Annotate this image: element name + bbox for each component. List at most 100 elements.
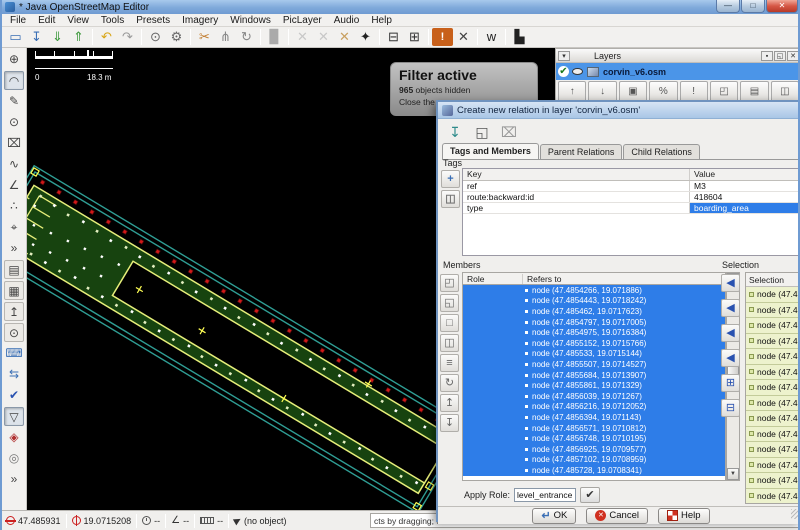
commandline-toggle-icon[interactable]: ⌨	[4, 344, 24, 363]
selection-row[interactable]: node (47.48	[746, 473, 800, 489]
member-row[interactable]: node (47.4856571, 19.0710812)	[463, 423, 725, 434]
stop-position-node[interactable]	[188, 269, 193, 274]
more-tools-icon[interactable]: »	[4, 239, 24, 258]
member-row[interactable]: node (47.4855152, 19.0715766)	[463, 338, 725, 349]
stop-position-node[interactable]	[270, 318, 275, 323]
tag-row[interactable]: route:backward:id418604	[463, 192, 800, 203]
minimize-button[interactable]: —	[716, 0, 740, 13]
tag-row[interactable]: typeboarding_area	[463, 203, 800, 214]
update-data-icon[interactable]: ↻	[236, 28, 257, 46]
add-member-icon[interactable]: □	[440, 314, 459, 332]
stop-position-node[interactable]	[353, 368, 358, 373]
help-button[interactable]: Help	[658, 508, 710, 524]
close-button[interactable]: ✕	[766, 0, 798, 13]
selection-row[interactable]: node (47.48	[746, 396, 800, 412]
tags-key-column-header[interactable]: Key	[463, 169, 690, 180]
scroll-down-button[interactable]: ▼	[727, 468, 739, 480]
delete-tool-icon[interactable]: ⌧	[4, 134, 24, 153]
tool-disabled-2-icon[interactable]: ✕	[313, 28, 334, 46]
tab-parent-relations[interactable]: Parent Relations	[540, 144, 623, 159]
validator-toggle-icon[interactable]: ✔	[4, 386, 24, 405]
apply-role-confirm-button[interactable]: ✔	[580, 487, 600, 503]
stop-position-node[interactable]	[172, 259, 177, 264]
car-icon[interactable]: ⊟	[383, 28, 404, 46]
unlink-selection-icon[interactable]: ⊟	[721, 399, 740, 417]
member-row[interactable]: node (47.4855861, 19.071329)	[463, 380, 725, 391]
selection-list[interactable]: Selection node (47.48node (47.48node (47…	[745, 272, 800, 504]
selection-row[interactable]: node (47.48	[746, 458, 800, 474]
conflicts-toggle-icon[interactable]: ⇆	[4, 365, 24, 384]
sticky-panel-button[interactable]: ▪	[761, 51, 773, 61]
menu-edit[interactable]: Edit	[32, 14, 61, 27]
save-icon[interactable]: ↧	[26, 28, 47, 46]
split-way-icon[interactable]: ⋔	[215, 28, 236, 46]
menu-tools[interactable]: Tools	[95, 14, 130, 27]
members-role-column-header[interactable]: Role	[463, 274, 523, 284]
member-row[interactable]: node (47.4854443, 19.0718242)	[463, 296, 725, 307]
menu-help[interactable]: Help	[365, 14, 398, 27]
add-selection-at-end-icon[interactable]: ◀	[721, 349, 740, 367]
stop-position-node[interactable]	[221, 289, 226, 294]
stop-position-node[interactable]	[386, 388, 391, 393]
stop-position-node[interactable]	[303, 338, 308, 343]
stop-position-node[interactable]	[89, 210, 94, 215]
member-row[interactable]: node (47.4857102, 19.0708959)	[463, 455, 725, 466]
stop-position-node[interactable]	[139, 239, 144, 244]
replace-members-with-selection-icon[interactable]: ◀	[721, 274, 740, 292]
dialog-title-bar[interactable]: Create new relation in layer 'corvin_v6.…	[438, 102, 800, 119]
hand-icon[interactable]: ✦	[355, 28, 376, 46]
selection-row[interactable]: node (47.48	[746, 489, 800, 505]
member-row[interactable]: node (47.4856216, 19.0712052)	[463, 402, 725, 413]
tag-key-cell[interactable]: type	[463, 203, 690, 213]
tab-child-relations[interactable]: Child Relations	[623, 144, 700, 159]
selection-row[interactable]: node (47.48	[746, 318, 800, 334]
stop-position-node[interactable]	[238, 299, 243, 304]
selection-row[interactable]: node (47.48	[746, 334, 800, 350]
apply-changes-icon[interactable]: ↧	[444, 123, 466, 142]
reverse-members-icon[interactable]: ↻	[440, 374, 459, 392]
dock-panel-button[interactable]: ◱	[774, 51, 786, 61]
cancel-button[interactable]: ✕Cancel	[586, 508, 648, 524]
member-row[interactable]: node (47.4855684, 19.0713907)	[463, 370, 725, 381]
search-toggle-icon[interactable]: ⊙	[4, 323, 24, 342]
more-panels-icon[interactable]: »	[4, 470, 24, 489]
download-icon[interactable]: ⇓	[47, 28, 68, 46]
tag-key-cell[interactable]: ref	[463, 181, 690, 191]
sort-members-icon[interactable]: ≡	[440, 354, 459, 372]
delete-tag-icon[interactable]: ◫	[441, 190, 460, 208]
draw-tools-icon[interactable]: ✂	[194, 28, 215, 46]
title-bar[interactable]: * Java OpenStreetMap Editor —□✕	[2, 0, 800, 14]
stop-position-node[interactable]	[40, 180, 45, 185]
selection-row[interactable]: node (47.48	[746, 411, 800, 427]
menu-piclayer[interactable]: PicLayer	[277, 14, 328, 27]
ok-button[interactable]: ↵OK	[532, 508, 576, 524]
stop-position-node[interactable]	[155, 249, 160, 254]
move-member-up-icon[interactable]: ◰	[440, 274, 459, 292]
members-refersto-column-header[interactable]: Refers to	[523, 274, 725, 284]
collapse-panel-button[interactable]: ▾	[558, 51, 570, 61]
member-row[interactable]: node (47.485533, 19.0715144)	[463, 349, 725, 360]
stop-position-node[interactable]	[205, 279, 210, 284]
selection-row[interactable]: node (47.48	[746, 442, 800, 458]
tag-value-cell[interactable]: M3	[690, 181, 800, 191]
link-selection-icon[interactable]: ⊞	[721, 374, 740, 392]
wikipedia-icon[interactable]: w	[481, 28, 502, 46]
menu-windows[interactable]: Windows	[224, 14, 277, 27]
stop-position-node[interactable]	[254, 308, 259, 313]
member-row[interactable]: node (47.4855507, 19.0714527)	[463, 359, 725, 370]
preferences-icon[interactable]: ⚙	[166, 28, 187, 46]
selection-row[interactable]: node (47.48	[746, 427, 800, 443]
extrude-tool-icon[interactable]: ⌖	[4, 218, 24, 237]
duplicate-relation-icon[interactable]: ◱	[471, 123, 493, 142]
menu-audio[interactable]: Audio	[328, 14, 366, 27]
move-member-down-icon[interactable]: ◱	[440, 294, 459, 312]
draw-nodes-tool-icon[interactable]: ✎	[4, 92, 24, 111]
selection-row[interactable]: node (47.48	[746, 303, 800, 319]
maximize-button[interactable]: □	[741, 0, 765, 13]
stop-position-node[interactable]	[122, 229, 127, 234]
hide-panel-button[interactable]: ✕	[787, 51, 799, 61]
member-row[interactable]: node (47.4854266, 19.071886)	[463, 285, 725, 296]
undo-icon[interactable]: ↶	[96, 28, 117, 46]
tool-disabled-1-icon[interactable]: ✕	[292, 28, 313, 46]
parallel-way-tool-icon[interactable]: ∴	[4, 197, 24, 216]
